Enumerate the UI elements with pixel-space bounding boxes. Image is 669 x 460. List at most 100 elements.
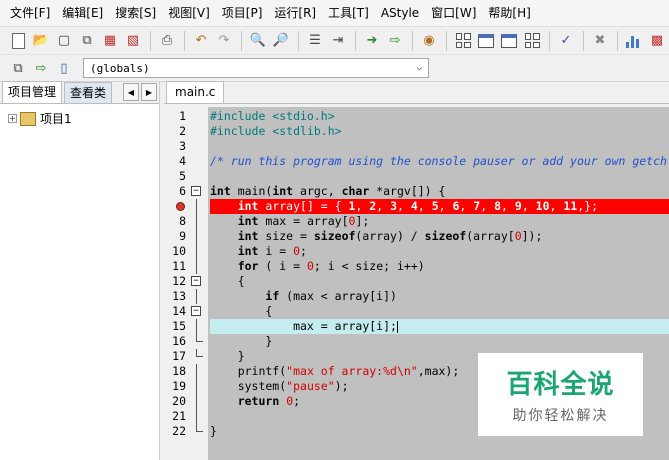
menu-edit[interactable]: 编辑[E] <box>56 0 109 26</box>
line-number: 16 <box>172 334 186 348</box>
toolbar-separator <box>446 30 447 51</box>
menu-window[interactable]: 窗口[W] <box>425 0 482 26</box>
redo-icon[interactable]: ↷ <box>214 31 234 51</box>
code-text: { <box>210 304 273 318</box>
compile-icon[interactable]: ◉ <box>419 31 439 51</box>
line-number: 15 <box>172 319 186 333</box>
save-icon[interactable]: ▢ <box>54 31 74 51</box>
close-all-icon[interactable]: ▧ <box>123 31 143 51</box>
line-number: 18 <box>172 364 186 378</box>
fold-end-marker <box>196 334 203 342</box>
code-text: int max = array[0]; <box>237 214 370 228</box>
menu-view[interactable]: 视图[V] <box>162 0 216 26</box>
undo-icon[interactable]: ↶ <box>191 31 211 51</box>
fold-line <box>196 394 197 409</box>
breakpoint-icon[interactable] <box>176 202 185 211</box>
line-number: 10 <box>172 244 186 258</box>
menu-help[interactable]: 帮助[H] <box>482 0 536 26</box>
code-text: for ( i = 0; i < size; i++) <box>237 259 425 273</box>
line-number: 5 <box>179 169 186 183</box>
window-split-icon[interactable] <box>499 31 519 51</box>
project-tree-root[interactable]: + 项目1 <box>0 104 159 127</box>
menu-tools[interactable]: 工具[T] <box>322 0 375 26</box>
code-text: int array[] = { 1, 2, 3, 4, 5, 6, 7, 8, … <box>210 199 669 214</box>
checkmark-icon[interactable]: ✓ <box>556 31 576 51</box>
line-number: 2 <box>179 124 186 138</box>
tab-scroll-left-icon[interactable]: ◀ <box>123 83 139 101</box>
code-line: 5 <box>164 169 669 184</box>
menu-astyle[interactable]: AStyle <box>375 0 425 26</box>
code-text: } <box>210 334 273 348</box>
notes-icon[interactable]: ▯ <box>54 58 74 78</box>
code-line: 8 int max = array[0]; <box>164 214 669 229</box>
line-number: 14 <box>172 304 186 318</box>
toolbar-separator <box>549 30 550 51</box>
tab-project-manager[interactable]: 项目管理 <box>2 81 63 103</box>
menu-run[interactable]: 运行[R] <box>268 0 322 26</box>
tab-class-browser[interactable]: 查看类 <box>64 82 113 103</box>
add-to-project-icon[interactable]: ⇨ <box>31 58 51 78</box>
cross-icon[interactable]: ✖ <box>590 31 610 51</box>
line-number: 12 <box>172 274 186 288</box>
code-line: 6 − int main(int argc, char *argv[]) { <box>164 184 669 199</box>
code-line: 2 #include <stdlib.h> <box>164 124 669 139</box>
code-line: 9 int size = sizeof(array) / sizeof(arra… <box>164 229 669 244</box>
close-icon[interactable]: ▦ <box>100 31 120 51</box>
bookmark-icon[interactable]: ⇨ <box>385 31 405 51</box>
open-file-icon[interactable]: 📂 <box>31 31 51 51</box>
fold-collapse-icon[interactable]: − <box>191 306 201 316</box>
tile-icon[interactable] <box>522 31 542 51</box>
unindent-icon[interactable]: ⇥ <box>328 31 348 51</box>
chart-icon[interactable] <box>624 31 644 51</box>
code-line-current: 15 max = array[i]; <box>164 319 669 334</box>
class-browser-icon[interactable]: ▩ <box>647 31 667 51</box>
line-number: 11 <box>172 259 186 273</box>
toolbar-separator <box>184 30 185 51</box>
fold-line <box>196 229 197 244</box>
code-text: } <box>210 424 217 438</box>
line-number: 21 <box>172 409 186 423</box>
watermark-overlay: 百科全说 助你轻松解决 <box>478 353 643 436</box>
code-text: int size = sizeof(array) / sizeof(array[… <box>237 229 543 243</box>
code-text: #include <stdlib.h> <box>210 124 342 138</box>
toolbar-separator <box>241 30 242 51</box>
tab-main-c[interactable]: main.c <box>166 81 225 103</box>
line-number: 13 <box>172 289 186 303</box>
new-file-icon[interactable] <box>8 31 28 51</box>
indent-icon[interactable]: ☰ <box>305 31 325 51</box>
watermark-title: 百科全说 <box>506 370 615 400</box>
project-options-icon[interactable]: ⧉ <box>8 58 28 78</box>
save-all-icon[interactable]: ⧉ <box>77 31 97 51</box>
window-icon[interactable] <box>476 31 496 51</box>
goto-icon[interactable]: ➜ <box>362 31 382 51</box>
fold-collapse-icon[interactable]: − <box>191 276 201 286</box>
line-number: 9 <box>179 229 186 243</box>
scope-combo[interactable]: (globals) ⌵ <box>83 58 429 78</box>
menu-project[interactable]: 项目[P] <box>216 0 269 26</box>
fold-line <box>196 364 197 379</box>
code-line: 11 for ( i = 0; i < size; i++) <box>164 259 669 274</box>
fold-line <box>196 409 197 424</box>
print-icon[interactable]: ⎙ <box>157 31 177 51</box>
tab-scroll-arrows: ◀ ▶ <box>121 83 157 101</box>
menu-file[interactable]: 文件[F] <box>4 0 56 26</box>
fold-collapse-icon[interactable]: − <box>191 186 201 196</box>
project-panel-tabs: 项目管理 查看类 ◀ ▶ <box>0 81 159 104</box>
line-number: 22 <box>172 424 186 438</box>
tab-scroll-right-icon[interactable]: ▶ <box>141 83 157 101</box>
layout-icon[interactable] <box>453 31 473 51</box>
find-icon[interactable]: 🔍 <box>248 31 268 51</box>
menu-search[interactable]: 搜索[S] <box>109 0 162 26</box>
line-number: 19 <box>172 379 186 393</box>
replace-icon[interactable]: 🔎 <box>271 31 291 51</box>
fold-line <box>196 214 197 229</box>
code-text: /* run this program using the console pa… <box>210 154 667 168</box>
expand-icon[interactable]: + <box>8 114 17 123</box>
toolbar-separator <box>298 30 299 51</box>
code-line-breakpoint: int array[] = { 1, 2, 3, 4, 5, 6, 7, 8, … <box>164 199 669 214</box>
project-panel: 项目管理 查看类 ◀ ▶ + 项目1 <box>0 81 160 460</box>
project-icon <box>20 111 36 126</box>
code-line: 3 <box>164 139 669 154</box>
toolbar-separator <box>617 30 618 51</box>
code-line: 12 − { <box>164 274 669 289</box>
